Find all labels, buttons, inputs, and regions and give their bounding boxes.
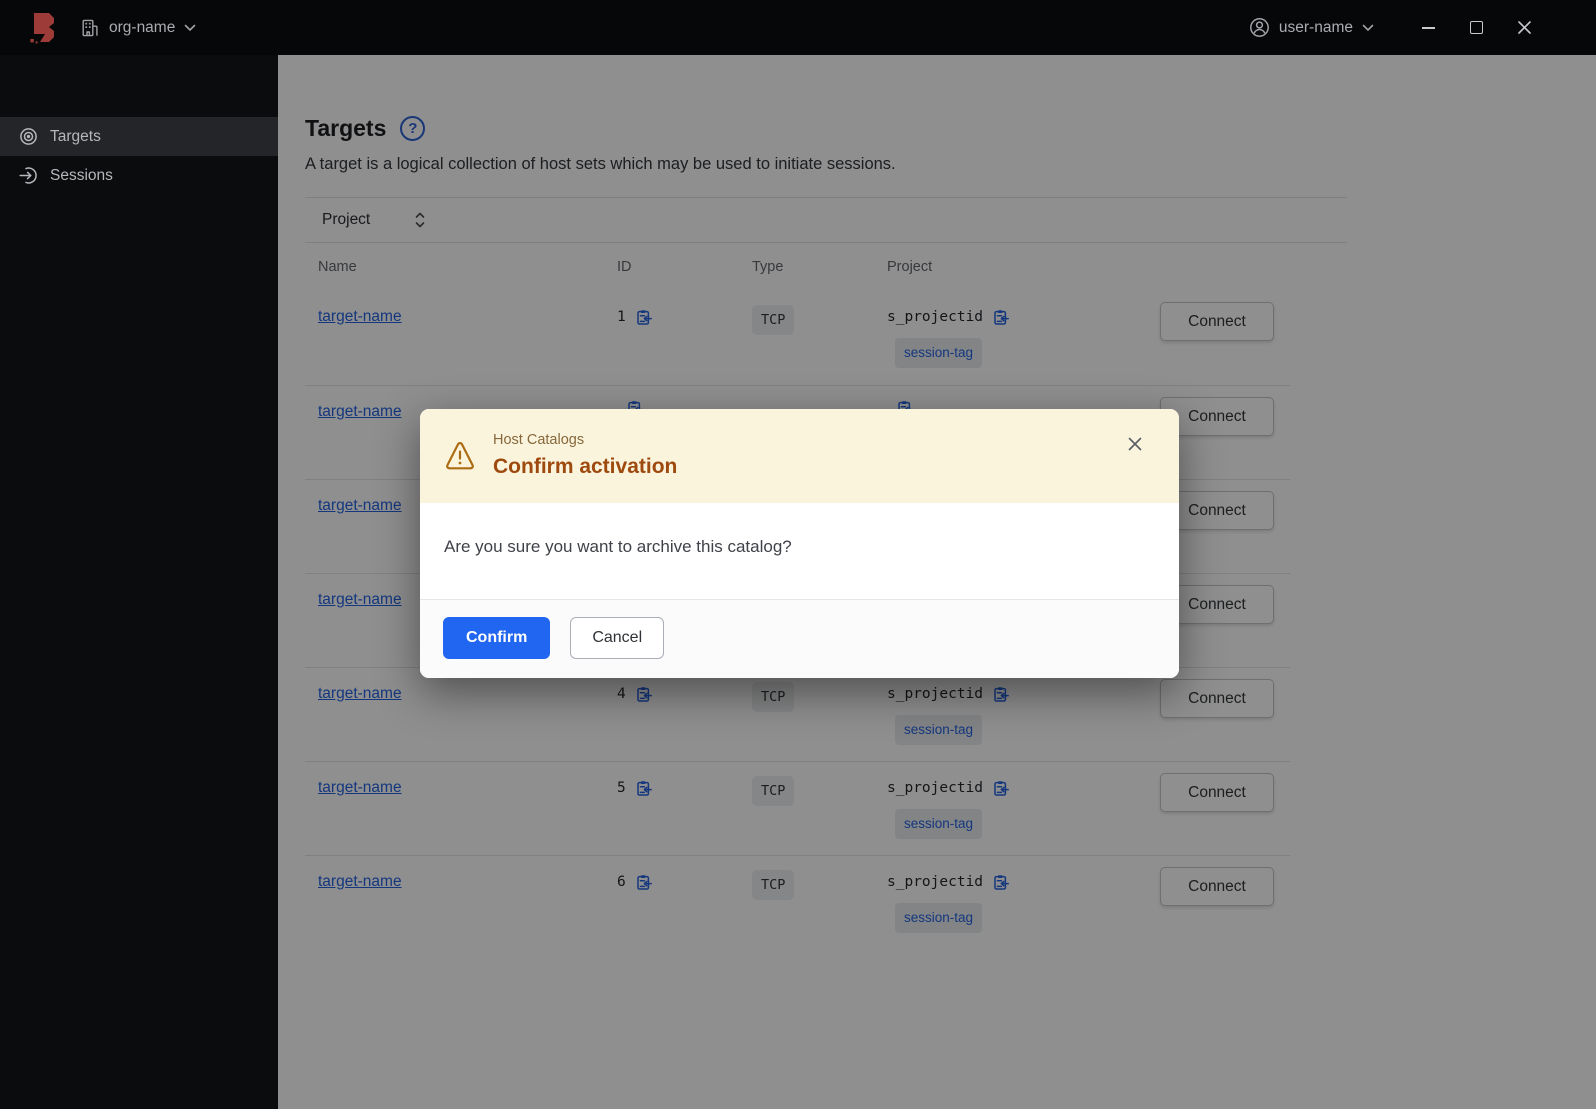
titlebar: org-name user-name <box>0 0 1596 55</box>
window-close-button[interactable] <box>1500 8 1548 48</box>
titlebar-right: user-name <box>1249 8 1596 48</box>
org-building-icon <box>82 19 98 36</box>
maximize-icon <box>1469 21 1483 34</box>
confirm-activation-dialog: Host Catalogs Confirm activation Are you… <box>420 409 1179 678</box>
boundary-logo <box>27 11 58 45</box>
minimize-icon <box>1421 26 1435 29</box>
dialog-message: Are you sure you want to archive this ca… <box>444 537 792 556</box>
warning-triangle-icon <box>446 441 474 469</box>
cancel-button[interactable]: Cancel <box>570 617 665 659</box>
org-name-label: org-name <box>109 18 176 36</box>
user-menu[interactable]: user-name <box>1249 17 1374 38</box>
sidebar-item-sessions[interactable]: Sessions <box>0 156 278 195</box>
dialog-header: Host Catalogs Confirm activation <box>420 409 1179 503</box>
sidebar-item-label: Sessions <box>50 166 113 184</box>
window-maximize-button[interactable] <box>1452 8 1500 48</box>
confirm-button[interactable]: Confirm <box>443 617 551 659</box>
target-icon <box>20 128 37 145</box>
chevron-down-icon <box>185 24 196 31</box>
chevron-down-icon <box>1362 24 1374 31</box>
org-switcher[interactable]: org-name <box>80 18 196 38</box>
dialog-footer: Confirm Cancel <box>420 599 1179 678</box>
window-controls <box>1404 8 1548 48</box>
user-name-label: user-name <box>1278 18 1353 36</box>
dialog-title: Confirm activation <box>493 455 678 478</box>
sidebar-item-targets[interactable]: Targets <box>0 117 278 156</box>
sessions-icon <box>19 167 37 184</box>
sidebar: Targets Sessions <box>0 55 278 1109</box>
dialog-close-button[interactable] <box>1124 433 1146 455</box>
dialog-context-label: Host Catalogs <box>493 432 585 448</box>
app-body: Targets Sessions Targets ? A target is a… <box>0 55 1596 1109</box>
close-icon <box>1517 21 1531 34</box>
close-icon <box>1128 437 1142 451</box>
user-avatar-icon <box>1249 18 1269 37</box>
window-minimize-button[interactable] <box>1404 8 1452 48</box>
main-area: Targets ? A target is a logical collecti… <box>278 55 1596 1109</box>
sidebar-item-label: Targets <box>50 127 101 145</box>
boundary-logo-icon <box>30 12 54 43</box>
